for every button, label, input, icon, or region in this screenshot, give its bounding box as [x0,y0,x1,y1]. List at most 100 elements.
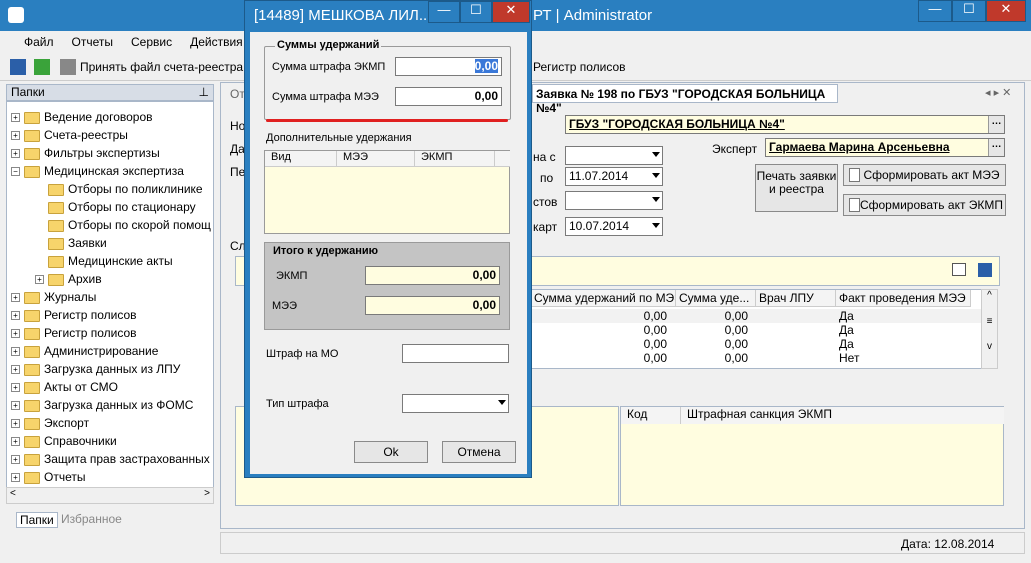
grid-col-header[interactable]: Факт проведения МЭЭ [836,290,971,307]
expand-icon[interactable]: + [11,113,20,123]
save-grid-icon[interactable] [978,263,992,277]
tree-item[interactable]: + Загрузка данных из ЛПУ [11,360,180,378]
table-row[interactable]: 0,00 0,00 Да [531,309,981,323]
ekmp-fine-input[interactable]: 0,00 [395,57,502,76]
expand-icon[interactable]: + [11,383,20,393]
col-ekmp-sanction[interactable]: Штрафная санкция ЭКМП [681,407,1004,424]
expand-icon[interactable]: + [11,401,20,411]
accept-invoice-button[interactable]: Принять файл счета-реестра [80,60,243,74]
collapse-icon[interactable]: − [11,167,20,177]
tree-item[interactable]: Отборы по стационару [35,198,196,216]
expand-icon[interactable]: + [11,419,20,429]
save-icon[interactable] [10,59,26,75]
lpu-field[interactable]: ГБУЗ "ГОРОДСКАЯ БОЛЬНИЦА №4" … [565,115,1005,134]
grid-col-header[interactable]: Врач ЛПУ [756,290,836,307]
expand-icon[interactable]: + [11,347,20,357]
table-row[interactable]: 0,00 0,00 Да [531,337,981,351]
act-ekmp-button[interactable]: Сформировать акт ЭКМП [843,194,1006,216]
tree-item[interactable]: + Фильтры экспертизы [11,144,160,162]
tree-horizontal-scrollbar[interactable]: < > [6,487,214,504]
print-button[interactable]: Печать заявки и реестра [755,164,838,212]
total-ekmp-field[interactable]: 0,00 [365,266,500,285]
tree-item[interactable]: + Отчеты [11,468,85,486]
table-row[interactable]: 0,00 0,00 Да [531,323,981,337]
tree-item[interactable]: Отборы по поликлинике [35,180,203,198]
scroll-up-icon[interactable]: ^ [982,290,997,301]
menu-item-3[interactable]: Действия [190,35,243,49]
tree-item[interactable]: + Журналы [11,288,96,306]
start-date-field[interactable]: 10.07.2014 [565,217,663,236]
expand-icon[interactable]: + [11,311,20,321]
tab-folders[interactable]: Папки [16,512,58,528]
tree-item[interactable]: Медицинские акты [35,252,173,270]
expert-field[interactable]: Гармаева Марина Арсеньевна … [765,138,1005,157]
expand-icon[interactable]: + [11,455,20,465]
dialog-maximize-button[interactable]: ☐ [460,1,492,23]
expand-icon[interactable]: + [11,293,20,303]
mo-fine-input[interactable] [402,344,509,363]
scroll-down-icon[interactable]: v [982,341,997,352]
policy-register-button[interactable]: Регистр полисов [533,60,626,74]
cancel-button[interactable]: Отмена [442,441,516,463]
expand-icon[interactable]: + [11,365,20,375]
tree-item[interactable]: + Счета-реестры [11,126,128,144]
date-from-field[interactable] [565,146,663,165]
tree-item[interactable]: + Загрузка данных из ФОМС [11,396,193,414]
status-field[interactable] [565,191,663,210]
col-type[interactable]: Вид [265,151,337,167]
grid-vertical-scrollbar[interactable]: ^ ≡ v [981,289,998,369]
expand-icon[interactable]: + [11,149,20,159]
table-row[interactable]: 0,00 0,00 Нет [531,351,981,365]
tree-item[interactable]: + Справочники [11,432,117,450]
tab-favorites[interactable]: Избранное [61,512,122,526]
chevron-down-icon[interactable] [652,152,660,157]
expand-icon[interactable]: + [11,131,20,141]
grid-col-header[interactable]: Сумма уде... [676,290,756,307]
total-mee-field[interactable]: 0,00 [365,296,500,315]
import-icon[interactable] [60,59,76,75]
scroll-thumb-icon[interactable]: ≡ [982,316,997,327]
refresh-icon[interactable] [34,59,50,75]
col-code[interactable]: Код [621,407,681,424]
close-button[interactable]: ✕ [986,0,1026,22]
chevron-down-icon[interactable] [652,173,660,178]
tree-item[interactable]: Отборы по скорой помощ [35,216,211,234]
date-to-field[interactable]: 11.07.2014 [565,167,663,186]
tree-item[interactable]: + Ведение договоров [11,108,153,126]
tree-item[interactable]: + Архив [35,270,102,288]
tree-item[interactable]: + Экспорт [11,414,89,432]
tab-request[interactable]: Заявка № 198 по ГБУЗ "ГОРОДСКАЯ БОЛЬНИЦА… [532,84,838,115]
expand-icon[interactable]: + [11,437,20,447]
col-mee[interactable]: МЭЭ [337,151,415,167]
chevron-down-icon[interactable] [498,400,506,405]
tree-item[interactable]: + Регистр полисов [11,324,137,342]
mee-fine-input[interactable]: 0,00 [395,87,502,106]
act-mee-button[interactable]: Сформировать акт МЭЭ [843,164,1006,186]
list-icon[interactable] [952,263,966,276]
fine-type-select[interactable] [402,394,509,413]
chevron-down-icon[interactable] [652,197,660,202]
menu-item-2[interactable]: Сервис [131,35,172,49]
grid-col-header[interactable]: Сумма удержаний по МЭЭ [531,290,676,307]
dialog-minimize-button[interactable]: — [428,1,460,23]
menu-item-0[interactable]: Файл [24,35,54,49]
col-ekmp[interactable]: ЭКМП [415,151,495,167]
tree-item[interactable]: + Защита прав застрахованных [11,450,210,468]
chevron-down-icon[interactable] [652,223,660,228]
expand-icon[interactable]: + [35,275,44,285]
ok-button[interactable]: Ok [354,441,428,463]
menu-item-1[interactable]: Отчеты [72,35,113,49]
scroll-right-icon[interactable]: > [204,488,210,499]
tree-item[interactable]: + Регистр полисов [11,306,137,324]
tree-item[interactable]: + Администрирование [11,342,158,360]
maximize-button[interactable]: ☐ [952,0,986,22]
ot-tab-label[interactable]: От [230,87,245,101]
pin-icon[interactable]: ⊥ [199,85,209,99]
scroll-left-icon[interactable]: < [10,488,16,499]
tree-item[interactable]: − Медицинская экспертиза [11,162,184,180]
expert-browse-button[interactable]: … [988,139,1004,156]
tree-item[interactable]: Заявки [35,234,107,252]
tab-nav-icon[interactable]: ◂ ▸ ✕ [985,86,1011,99]
minimize-button[interactable]: — [918,0,952,22]
tree-item[interactable]: + Акты от СМО [11,378,118,396]
